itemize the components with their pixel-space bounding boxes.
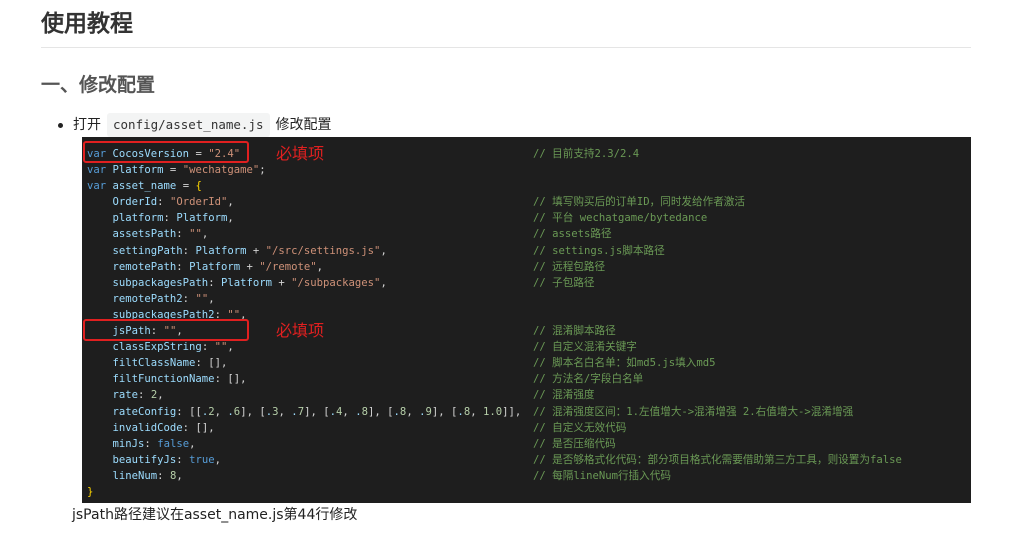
code-comment: // 自定义无效代码: [533, 421, 627, 434]
code-text: remotePath: Platform + "/remote",: [87, 260, 324, 273]
code-text: filtFunctionName: [],: [87, 373, 247, 386]
code-text: lineNum: 8,: [87, 469, 183, 482]
code-text: }: [87, 485, 94, 498]
required-highlight-jspath: [83, 319, 249, 341]
code-comment: // 方法名/字段白名单: [533, 373, 644, 386]
code-line: var Platform = "wechatgame";: [87, 162, 971, 178]
instruction-suffix: 修改配置: [275, 117, 332, 133]
code-comment: // 子包路径: [533, 276, 595, 289]
code-line: assetsPath: "", // assets路径: [87, 226, 971, 242]
code-comment: // 是否压缩代码: [533, 437, 616, 450]
code-text: platform: Platform,: [87, 212, 234, 225]
code-comment: // 自定义混淆关键字: [533, 341, 637, 354]
code-line: invalidCode: [], // 自定义无效代码: [87, 420, 971, 436]
code-text: var Platform = "wechatgame";: [87, 164, 266, 177]
code-comment: // 填写购买后的订单ID，同时发给作者激活: [533, 196, 745, 209]
code-line: remotePath2: "",: [87, 291, 971, 307]
code-text: rateConfig: [[.2, .6], [.3, .7], [.4, .8…: [87, 405, 522, 418]
code-text: OrderId: "OrderId",: [87, 196, 234, 209]
code-text: subpackagesPath: Platform + "/subpackage…: [87, 276, 387, 289]
code-line: subpackagesPath: Platform + "/subpackage…: [87, 275, 971, 291]
code-text: rate: 2,: [87, 389, 164, 402]
code-line: lineNum: 8, // 每隔lineNum行插入代码: [87, 468, 971, 484]
code-comment: // 混淆强度区间：1.左值增大->混淆增强 2.右值增大->混淆增强: [533, 405, 854, 418]
code-line: var asset_name = {: [87, 178, 971, 194]
caption-note: jsPath路径建议在asset_name.js第44行修改: [72, 507, 358, 523]
page-title: 使用教程: [41, 11, 133, 37]
code-line: platform: Platform, // 平台 wechatgame/byte…: [87, 210, 971, 226]
code-line: }: [87, 484, 971, 500]
code-line: beautifyJs: true, // 是否够格式化代码：部分项目格式化需要借助…: [87, 452, 971, 468]
code-comment: // 混淆脚本路径: [533, 325, 616, 338]
code-line: OrderId: "OrderId", // 填写购买后的订单ID，同时发给作者激…: [87, 194, 971, 210]
code-line: rateConfig: [[.2, .6], [.3, .7], [.4, .8…: [87, 404, 971, 420]
code-text: var asset_name = {: [87, 180, 202, 193]
code-text: filtClassName: [],: [87, 357, 228, 370]
code-line: rate: 2, // 混淆强度: [87, 387, 971, 403]
code-comment: // 每隔lineNum行插入代码: [533, 469, 671, 482]
required-label-1: 必填项: [276, 144, 325, 163]
required-label-2: 必填项: [276, 321, 325, 340]
code-comment: // 目前支持2.3/2.4: [533, 148, 640, 160]
code-text: assetsPath: "",: [87, 228, 209, 241]
code-text: remotePath2: "",: [87, 292, 215, 305]
code-comment: // assets路径: [533, 228, 612, 241]
instruction-item: 打开 config/asset_name.js 修改配置: [58, 113, 332, 137]
code-text: settingPath: Platform + "/src/settings.j…: [87, 244, 387, 257]
code-comment: // 是否够格式化代码：部分项目格式化需要借助第三方工具，则设置为false: [533, 453, 902, 466]
code-comment: // 脚本名白名单：如md5.js填入md5: [533, 357, 716, 370]
code-comment: // 混淆强度: [533, 389, 595, 402]
code-text: invalidCode: [],: [87, 421, 215, 434]
code-line: classExpString: "", // 自定义混淆关键字: [87, 339, 971, 355]
code-line: remotePath: Platform + "/remote", // 远程包路…: [87, 259, 971, 275]
code-text: classExpString: "",: [87, 341, 234, 354]
code-comment: // 远程包路径: [533, 260, 606, 273]
required-highlight-cocos-version: [83, 141, 249, 163]
bullet-dot-icon: [58, 122, 63, 128]
title-divider: [41, 47, 971, 48]
code-comment: // 平台 wechatgame/bytedance: [533, 212, 708, 225]
code-text: minJs: false,: [87, 437, 196, 450]
section-title: 一、修改配置: [41, 74, 156, 96]
code-line: filtFunctionName: [], // 方法名/字段白名单: [87, 371, 971, 387]
config-file-path: config/asset_name.js: [107, 113, 270, 137]
instruction-prefix: 打开: [73, 117, 101, 133]
code-line: filtClassName: [], // 脚本名白名单：如md5.js填入md5: [87, 355, 971, 371]
code-comment: // settings.js脚本路径: [533, 244, 665, 257]
code-line: settingPath: Platform + "/src/settings.j…: [87, 243, 971, 259]
code-line: minJs: false, // 是否压缩代码: [87, 436, 971, 452]
code-text: beautifyJs: true,: [87, 453, 221, 466]
